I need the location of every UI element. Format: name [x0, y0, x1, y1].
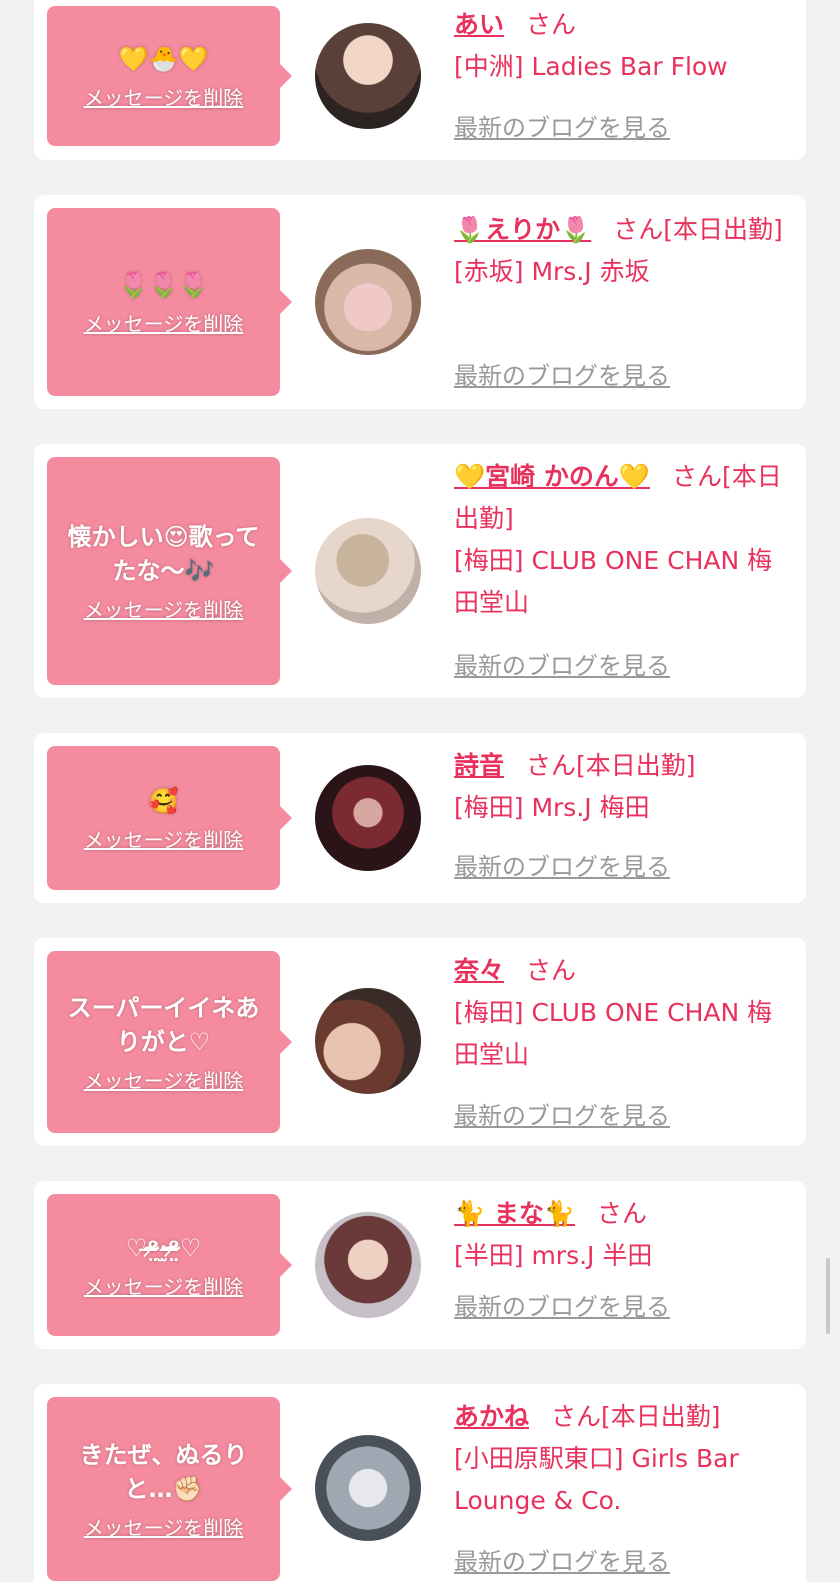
san-suffix: さん [671, 462, 722, 491]
cast-info: 💛宮崎 かのん💛 さん[本日出勤] [梅田] CLUB ONE CHAN 梅田堂山 [454, 456, 794, 624]
favorite-card: ♡ᵒ̴̶̷̤·̫ᵒ̴̶̷̤♡ メッセージを削除 🐈 まな🐈 さん [半田] mrs… [34, 1181, 806, 1349]
message-bubble: 🥰 メッセージを削除 [47, 746, 292, 890]
message-text: スーパーイイネありがと♡ [67, 993, 260, 1056]
avatar[interactable] [315, 518, 421, 624]
favorite-card: スーパーイイネありがと♡ メッセージを削除 奈々 さん [梅田] CLUB ONE… [34, 938, 806, 1146]
shop-name: [小田原駅東口] Girls Bar Lounge & Co. [454, 1444, 739, 1515]
avatar[interactable] [315, 1212, 421, 1318]
message-bubble: 懐かしい😍歌ってたな〜🎶 メッセージを削除 [47, 457, 292, 685]
cast-name-link[interactable]: 💛宮崎 かのん💛 [454, 462, 650, 491]
cast-info: 🐈 まな🐈 さん [半田] mrs.J 半田 [454, 1193, 794, 1277]
cast-info: 🌷えりか🌷 さん[本日出勤] [赤坂] Mrs.J 赤坂 [454, 209, 794, 293]
delete-message-link[interactable]: メッセージを削除 [84, 308, 244, 337]
favorite-card: 💛🐣💛 メッセージを削除 あい さん [中洲] Ladies Bar Flow 最… [34, 0, 806, 160]
message-bubble: スーパーイイネありがと♡ メッセージを削除 [47, 951, 292, 1133]
latest-blog-link[interactable]: 最新のブログを見る [454, 1542, 670, 1577]
favorite-card: 懐かしい😍歌ってたな〜🎶 メッセージを削除 💛宮崎 かのん💛 さん[本日出勤] [… [34, 444, 806, 698]
delete-message-link[interactable]: メッセージを削除 [84, 1065, 244, 1094]
status-label: [本日出勤] [601, 1402, 721, 1431]
message-text: 🌷🌷🌷 [118, 270, 209, 299]
latest-blog-link[interactable]: 最新のブログを見る [454, 1287, 670, 1322]
san-suffix: さん [551, 1402, 602, 1431]
avatar[interactable] [315, 988, 421, 1094]
avatar[interactable] [315, 1435, 421, 1541]
message-bubble: 🌷🌷🌷 メッセージを削除 [47, 208, 292, 396]
latest-blog-link[interactable]: 最新のブログを見る [454, 108, 670, 143]
scrollbar[interactable] [826, 1258, 830, 1334]
avatar[interactable] [315, 249, 421, 355]
message-text: ♡ᵒ̴̶̷̤·̫ᵒ̴̶̷̤♡ [125, 1233, 202, 1262]
shop-name: [中洲] Ladies Bar Flow [454, 52, 728, 81]
favorite-card: きたぜ、ぬるりと…✊🏻 メッセージを削除 あかね さん[本日出勤] [小田原駅東口… [34, 1384, 806, 1582]
cast-name-link[interactable]: 🐈 まな🐈 [454, 1199, 575, 1228]
cast-info: 詩音 さん[本日出勤] [梅田] Mrs.J 梅田 [454, 745, 794, 829]
message-text: 懐かしい😍歌ってたな〜🎶 [67, 522, 260, 585]
latest-blog-link[interactable]: 最新のブログを見る [454, 646, 670, 681]
san-suffix: さん [613, 215, 664, 244]
message-text: 🥰 [148, 786, 179, 815]
san-suffix: さん [526, 956, 577, 985]
shop-name: [梅田] CLUB ONE CHAN 梅田堂山 [454, 546, 773, 617]
cast-name-link[interactable]: 詩音 [454, 751, 504, 780]
shop-name: [梅田] Mrs.J 梅田 [454, 793, 650, 822]
message-bubble: ♡ᵒ̴̶̷̤·̫ᵒ̴̶̷̤♡ メッセージを削除 [47, 1194, 292, 1336]
shop-name: [梅田] CLUB ONE CHAN 梅田堂山 [454, 998, 773, 1069]
shop-name: [半田] mrs.J 半田 [454, 1241, 653, 1270]
latest-blog-link[interactable]: 最新のブログを見る [454, 356, 670, 391]
status-label: [本日出勤] [576, 751, 696, 780]
delete-message-link[interactable]: メッセージを削除 [84, 82, 244, 111]
cast-name-link[interactable]: あかね [454, 1402, 529, 1431]
avatar[interactable] [315, 23, 421, 129]
delete-message-link[interactable]: メッセージを削除 [84, 594, 244, 623]
san-suffix: さん [596, 1199, 647, 1228]
status-label: [本日出勤] [663, 215, 783, 244]
latest-blog-link[interactable]: 最新のブログを見る [454, 847, 670, 882]
message-text: きたぜ、ぬるりと…✊🏻 [79, 1440, 248, 1503]
cast-name-link[interactable]: 🌷えりか🌷 [454, 215, 591, 244]
favorites-message-list: 💛🐣💛 メッセージを削除 あい さん [中洲] Ladies Bar Flow 最… [0, 0, 840, 1582]
cast-info: あかね さん[本日出勤] [小田原駅東口] Girls Bar Lounge & … [454, 1396, 794, 1522]
san-suffix: さん [526, 751, 577, 780]
cast-name-link[interactable]: 奈々 [454, 956, 504, 985]
message-text: 💛🐣💛 [118, 44, 209, 73]
message-bubble: きたぜ、ぬるりと…✊🏻 メッセージを削除 [47, 1397, 292, 1581]
latest-blog-link[interactable]: 最新のブログを見る [454, 1096, 670, 1131]
delete-message-link[interactable]: メッセージを削除 [84, 1271, 244, 1300]
cast-info: 奈々 さん [梅田] CLUB ONE CHAN 梅田堂山 [454, 950, 794, 1076]
message-bubble: 💛🐣💛 メッセージを削除 [47, 6, 292, 146]
avatar[interactable] [315, 765, 421, 871]
shop-name: [赤坂] Mrs.J 赤坂 [454, 257, 650, 286]
cast-info: あい さん [中洲] Ladies Bar Flow [454, 4, 794, 88]
favorite-card: 🥰 メッセージを削除 詩音 さん[本日出勤] [梅田] Mrs.J 梅田 最新のブ… [34, 733, 806, 903]
san-suffix: さん [526, 10, 577, 39]
delete-message-link[interactable]: メッセージを削除 [84, 824, 244, 853]
delete-message-link[interactable]: メッセージを削除 [84, 1512, 244, 1541]
cast-name-link[interactable]: あい [454, 10, 504, 39]
favorite-card: 🌷🌷🌷 メッセージを削除 🌷えりか🌷 さん[本日出勤] [赤坂] Mrs.J 赤坂… [34, 195, 806, 409]
